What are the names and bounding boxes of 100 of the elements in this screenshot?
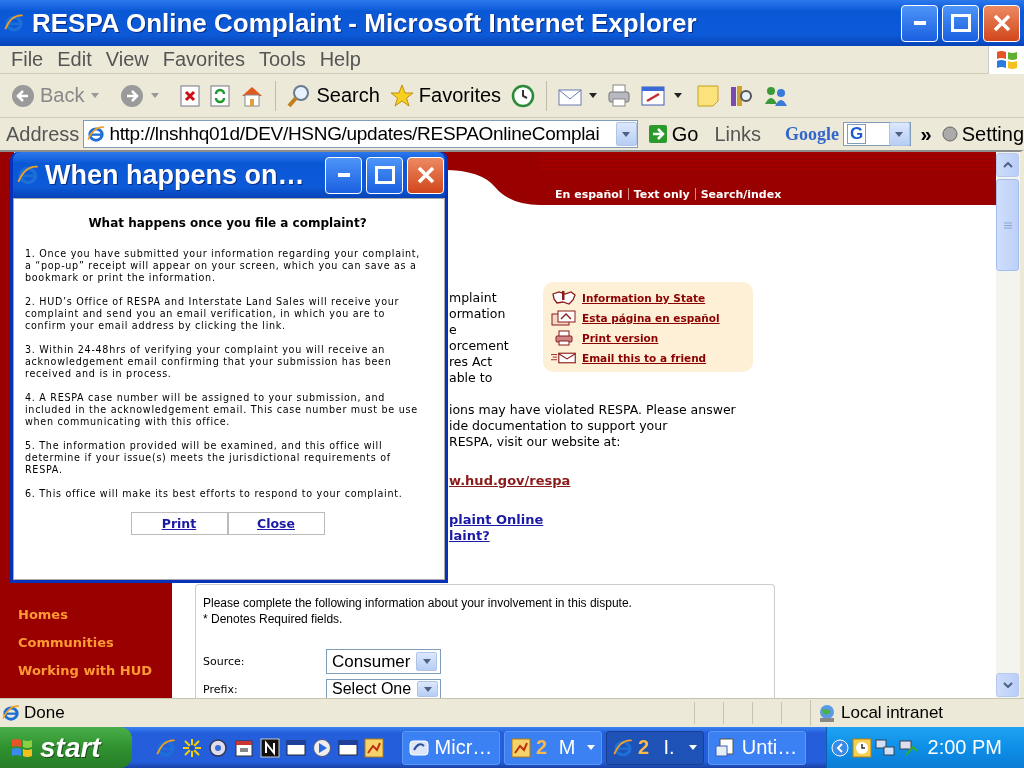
header-link[interactable]: Text only [628,187,695,201]
windows-logo-icon [10,736,34,759]
body-text-line: ions may have violated RESPA. Please answer [449,402,737,418]
website-link[interactable]: w.hud.gov/respa [449,473,996,489]
close-button[interactable] [407,156,444,194]
step-paragraph: 2. HUD’s Office of RESPA and Interstate Land Sales will receive your complaint and send you an email verification, in which you are to confirm your email address by clicking the link. [25,296,401,332]
start-button[interactable]: start [0,727,132,768]
note-icon [697,84,720,107]
go-button[interactable]: Go [641,122,705,146]
links-label[interactable]: Links [714,122,762,146]
more-links-button[interactable]: » [920,122,932,146]
sparkle-icon[interactable] [182,737,202,758]
minimize-button[interactable] [325,156,362,194]
refresh-icon [210,84,231,107]
link-icon [409,737,429,758]
sidebar-link[interactable]: Working with HUD [18,663,153,678]
caret-icon[interactable] [674,93,683,98]
calendar-icon[interactable] [234,737,254,758]
address-field[interactable]: http://lnshhq01d/DEV/HSNG/updates/RESPAOnlineComplai [83,120,638,148]
menu-item[interactable]: File [4,48,51,71]
intro-text-line: able to [449,370,494,386]
maximize-icon [374,166,395,184]
popup-link-button[interactable]: Close [227,512,325,535]
minimize-button[interactable] [901,4,938,42]
step-paragraph: 5. The information provided will be examined, and this office will determine if your issue(s) meets the jurisdictional requirements of RESPA. [25,440,392,476]
maximize-button[interactable] [942,4,979,42]
intro-text-line: orcement [449,338,510,354]
window-title: RESPA Online Complaint - Microsoft Internet Explorer [32,7,698,39]
menu-item[interactable]: Edit [50,48,99,71]
favorites-button[interactable]: Favorites [386,77,505,114]
star-icon [389,83,414,108]
required-note: * Denotes Required fields. [203,611,344,627]
sidebar-link[interactable]: Communities [18,635,114,650]
address-label: Address [6,122,80,146]
taskbar-button[interactable]: Micr… [402,730,500,765]
tool-link[interactable]: Information by State [582,292,706,304]
settings-button[interactable]: Setting [941,122,1024,146]
page-link[interactable]: plaint Online [449,512,996,528]
menu-item[interactable]: Tools [251,48,313,71]
close-icon [991,13,1012,33]
field-label: Prefix: [203,682,239,696]
globe-icon [817,703,837,723]
popup-heading: What happens once you file a complaint? [87,215,368,231]
square-logo-icon[interactable] [260,737,280,758]
step-paragraph: 4. A RESPA case number will be assigned to your submission, and included in the acknowledgement email. This case number must be use when communicating with this office. [25,392,419,428]
clock-icon[interactable] [852,737,872,758]
caret-icon[interactable] [589,93,598,98]
radio-icon [941,126,958,142]
step-paragraph: 1. Once you have submitted your information regarding your complaint, a “pop-up” receipt will appear on your screen, which you can save as a bookmark or print the information. [25,248,422,284]
search-button[interactable]: Search [284,77,383,114]
ie-icon [4,13,24,33]
chart-icon[interactable] [364,737,384,758]
ie-icon [87,125,106,143]
field-label: Source: [203,655,246,668]
tool-link[interactable]: Email this to a friend [582,352,707,364]
minimize-icon [913,21,926,25]
ie-icon [2,704,20,722]
map-icon [551,290,577,306]
intro-text-line: res Act [449,354,494,370]
google-search-field[interactable]: G [843,122,911,146]
google-logo: Google [785,123,840,145]
taskbar-button[interactable]: 2 I. [606,730,704,765]
ie-icon [17,164,39,186]
menu-item[interactable]: Help [312,48,368,71]
header-link[interactable]: Search/index [695,187,787,201]
ie-icon[interactable] [156,737,176,758]
dropdown-field[interactable]: Consumer [326,649,442,674]
sidebar-link[interactable]: Homes [18,607,68,622]
page-link[interactable]: laint? [449,528,996,544]
popup-title: When happens on… [45,159,306,191]
scrollbar[interactable] [996,152,1020,698]
dropdown-field[interactable]: Select One [326,679,442,698]
menu-item[interactable]: Favorites [155,48,252,71]
chart-icon [511,737,531,758]
popup-link-button[interactable]: Print [130,512,228,535]
stop-icon [180,84,201,107]
taskbar-button[interactable]: Unti… [708,730,806,765]
step-paragraph: 3. Within 24-48hrs of verifying your complaint you will receive an acknowledgement email confirming that your submission has been received and is in process. [25,344,393,380]
taskbar-button[interactable]: 2 M [504,730,602,765]
maximize-icon [950,14,971,32]
windows-logo-icon [988,45,1024,74]
step-paragraph: 6. This office will make its best efforts to respond to your complaint. [25,488,404,500]
menu-item[interactable]: View [98,48,156,71]
pictures-icon [551,310,577,326]
printer-icon [607,83,632,108]
close-button[interactable] [983,4,1020,42]
intro-text-line: mplaint [449,290,498,306]
network-icon[interactable] [898,737,918,758]
caret-icon[interactable] [689,745,697,750]
window-icon[interactable] [286,737,306,758]
media-player-icon[interactable] [312,737,332,758]
tool-link[interactable]: Print version [582,332,659,344]
network-icon[interactable] [875,737,895,758]
grip-icon[interactable] [1003,221,1012,229]
search-icon [287,83,312,108]
maximize-button[interactable] [366,156,403,194]
gear-icon[interactable] [208,737,228,758]
tool-link[interactable]: Esta página en español [582,312,720,324]
header-link[interactable]: En español [550,187,628,201]
window-icon[interactable] [338,737,358,758]
